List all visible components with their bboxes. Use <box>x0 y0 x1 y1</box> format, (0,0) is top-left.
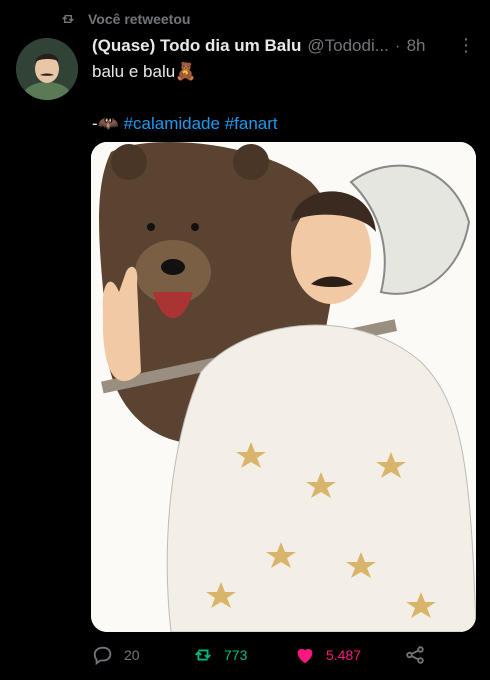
bat-prefix: -🦇 <box>92 114 124 133</box>
avatar[interactable] <box>16 38 78 100</box>
share-button[interactable] <box>404 644 426 666</box>
hashtag-fanart[interactable]: #fanart <box>225 114 278 133</box>
tweet-header: (Quase) Todo dia um Balu @Tododi... · 8h… <box>92 35 476 56</box>
tweet-image[interactable] <box>91 142 476 632</box>
hashtag-calamidade[interactable]: #calamidade <box>124 114 220 133</box>
retweet-count: 773 <box>224 647 248 663</box>
retweet-notice: Você retweetou <box>60 11 190 27</box>
tweet-text-line2: -🦇 #calamidade #fanart <box>92 114 278 134</box>
retweet-button[interactable]: 773 <box>192 644 294 666</box>
like-count: 5.487 <box>326 647 362 663</box>
reply-icon <box>93 646 112 666</box>
reply-button[interactable]: 20 <box>92 644 192 666</box>
tweet-actions: 20 773 5.487 <box>92 644 476 666</box>
more-options-icon[interactable]: ⋮ <box>457 35 476 56</box>
retweet-notice-label: Você retweetou <box>88 11 191 27</box>
retweet-icon <box>195 649 211 661</box>
like-button[interactable]: 5.487 <box>294 644 404 666</box>
tweet-text-line1: balu e balu🧸 <box>92 62 197 81</box>
author-name[interactable]: (Quase) Todo dia um Balu <box>92 36 301 56</box>
reply-count: 20 <box>124 647 140 663</box>
tweet-time[interactable]: 8h <box>407 36 426 56</box>
share-icon <box>406 646 424 664</box>
heart-icon <box>297 648 313 664</box>
author-handle[interactable]: @Tododi... <box>307 36 389 56</box>
separator-dot: · <box>394 35 401 55</box>
retweet-icon <box>62 15 74 23</box>
